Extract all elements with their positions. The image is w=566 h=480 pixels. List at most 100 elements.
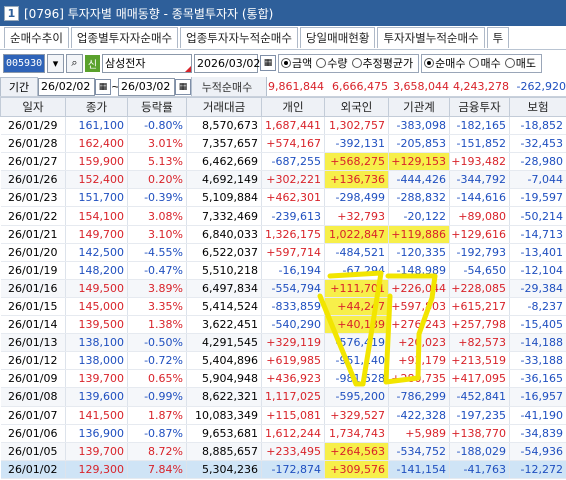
unit-quantity-radio[interactable]: 수량: [316, 55, 348, 71]
cell-foreign: -484,521: [324, 243, 389, 262]
code-dropdown-button[interactable]: ▾: [47, 53, 64, 73]
table-row[interactable]: 26/01/09 139,700 0.65% 5,904,948 +436,923 -98…: [0, 369, 566, 389]
column-header[interactable]: 기관계: [388, 97, 450, 117]
tab-sector-investor-net-buy[interactable]: 업종별투자자순매수: [70, 27, 179, 48]
period-to-input[interactable]: 26/03/02: [118, 77, 175, 96]
table-row[interactable]: 26/01/07 141,500 1.87% 10,083,349 +115,081 +3…: [0, 406, 566, 425]
table-row[interactable]: 26/01/22 154,100 3.08% 7,332,469 -239,613 +32…: [0, 206, 566, 226]
cell-trade-value: 7,332,469: [186, 206, 262, 226]
tab-sector-investor-cumulative[interactable]: 업종투자자누적순매수: [180, 27, 298, 48]
column-header[interactable]: 등락률: [127, 97, 187, 117]
cell-date: 26/01/07: [0, 406, 66, 425]
cell-trade-value: 8,885,657: [186, 442, 262, 461]
cell-financial-investment: +138,770: [449, 424, 510, 443]
tab-net-buy-trend[interactable]: 순매수추이: [4, 27, 69, 48]
cell-financial-investment: -188,029: [449, 442, 510, 461]
table-row[interactable]: 26/01/23 151,700 -0.39% 5,109,884 +462,301 -2…: [0, 188, 566, 208]
cell-individual: -16,194: [261, 261, 325, 280]
column-header[interactable]: 보험: [509, 97, 566, 117]
cell-date: 26/01/19: [0, 261, 66, 280]
cell-change-rate: -0.47%: [127, 261, 187, 280]
column-header[interactable]: 거래대금: [186, 97, 262, 117]
cell-trade-value: 6,462,669: [186, 152, 262, 172]
tab-daily-trading-status[interactable]: 당일매매현황: [299, 27, 376, 48]
cell-close: 142,500: [65, 243, 128, 262]
unit-amount-radio[interactable]: 금액: [281, 55, 312, 71]
column-header[interactable]: 외국인: [324, 97, 389, 117]
table-row[interactable]: 26/01/27 159,900 5.13% 6,462,669 -687,255 +56…: [0, 152, 566, 172]
period-from-input[interactable]: 26/02/02: [38, 77, 95, 96]
cell-change-rate: 0.20%: [127, 170, 187, 190]
table-row[interactable]: 26/01/15 145,000 3.35% 5,414,524 -833,859 +44…: [0, 297, 566, 317]
cell-close: 139,700: [65, 442, 128, 461]
table-row[interactable]: 26/01/20 142,500 -4.55% 6,522,037 +597,714 -4…: [0, 243, 566, 262]
cell-change-rate: 3.08%: [127, 206, 187, 226]
table-row[interactable]: 26/01/08 139,600 -0.99% 8,622,321 1,117,025-…: [0, 387, 566, 407]
query-date-input[interactable]: 2026/03/02: [194, 53, 260, 73]
table-row[interactable]: 26/01/05 139,700 8.72% 8,885,657 +233,495 +26…: [0, 442, 566, 461]
cell-individual: -687,255: [261, 152, 325, 172]
cell-institution: -534,752: [388, 442, 450, 461]
cell-individual: -540,290: [261, 315, 325, 335]
cell-change-rate: -0.72%: [127, 351, 187, 371]
cell-individual: +233,495: [261, 442, 325, 461]
table-row[interactable]: 26/01/21 149,700 3.10% 6,840,033 1,326,175 1,…: [0, 225, 566, 244]
cell-insurance: -12,104: [509, 261, 566, 280]
table-row[interactable]: 26/01/02 129,300 7.84% 5,304,236 -172,874 +30…: [0, 460, 566, 479]
side-sell-radio[interactable]: 매도: [504, 55, 536, 71]
cell-insurance: -18,852: [509, 116, 566, 136]
calendar-icon[interactable]: ▦: [175, 78, 191, 95]
cell-individual: +462,301: [261, 188, 325, 208]
cell-institution: +119,886: [388, 225, 450, 244]
cell-insurance: -16,957: [509, 387, 566, 407]
unit-radio-group: 금액 수량 추정평균가: [278, 53, 420, 73]
sum-individual: 9,861,844: [268, 80, 324, 93]
side-radio-group: 순매수 매수 매도: [421, 53, 542, 73]
column-header[interactable]: 금융투자: [449, 97, 510, 117]
sum-foreign: 6,666,475: [332, 80, 388, 93]
cell-individual: +436,923: [261, 369, 325, 389]
cell-close: 148,200: [65, 261, 128, 280]
table-row[interactable]: 26/01/29 161,100 -0.80% 8,570,673 1,687,441 1…: [0, 116, 566, 136]
cell-date: 26/01/12: [0, 351, 66, 371]
cell-individual: +597,714: [261, 243, 325, 262]
cell-change-rate: 0.65%: [127, 369, 187, 389]
table-row[interactable]: 26/01/19 148,200 -0.47% 5,510,218 -16,194 -67…: [0, 261, 566, 280]
calendar-icon[interactable]: ▦: [260, 55, 276, 71]
cell-individual: 1,326,175: [261, 225, 325, 244]
cell-close: 145,000: [65, 297, 128, 317]
table-row[interactable]: 26/01/28 162,400 3.01% 7,357,657 +574,167 -39…: [0, 134, 566, 154]
column-header[interactable]: 종가: [65, 97, 128, 117]
stock-code-input[interactable]: 005930: [3, 53, 45, 73]
table-row[interactable]: 26/01/12 138,000 -0.72% 5,404,896 +619,985 -9…: [0, 351, 566, 371]
stock-search-button[interactable]: ⌕: [66, 53, 83, 73]
table-row[interactable]: 26/01/26 152,400 0.20% 4,692,149 +302,221 +13…: [0, 170, 566, 190]
tab-investor-cumulative-net-buy[interactable]: 투자자별누적순매수: [377, 27, 485, 48]
cell-financial-investment: +213,519: [449, 351, 510, 371]
unit-avgprice-radio[interactable]: 추정평균가: [351, 55, 413, 71]
cell-close: 138,000: [65, 351, 128, 371]
column-header[interactable]: 일자: [0, 97, 66, 117]
tab-overflow[interactable]: 투: [486, 27, 510, 48]
query-toolbar: 005930 ▾ ⌕ 신 삼성전자 2026/03/02 ▦ 금액 수량 추정평…: [0, 51, 566, 75]
table-row[interactable]: 26/01/13 138,100 -0.50% 4,291,545 +329,119 -5…: [0, 333, 566, 353]
cell-trade-value: 8,570,673: [186, 116, 262, 136]
table-row[interactable]: 26/01/14 139,500 1.38% 3,622,451 -540,290 +40…: [0, 315, 566, 335]
table-row[interactable]: 26/01/06 136,900 -0.87% 9,653,681 1,612,244 1…: [0, 424, 566, 443]
calendar-icon[interactable]: ▦: [95, 78, 111, 95]
table-row[interactable]: 26/01/16 149,500 3.89% 6,497,834 -554,794 +11…: [0, 279, 566, 298]
cell-trade-value: 4,692,149: [186, 170, 262, 190]
cell-insurance: -15,405: [509, 315, 566, 335]
side-net-buy-radio[interactable]: 순매수: [424, 55, 465, 71]
cell-change-rate: 3.89%: [127, 279, 187, 298]
cell-foreign: -576,419: [324, 333, 389, 353]
cell-change-rate: -0.80%: [127, 116, 187, 136]
column-header[interactable]: 개인: [261, 97, 325, 117]
period-separator: ~: [111, 80, 121, 93]
cell-institution: +226,044: [388, 279, 450, 298]
side-buy-radio[interactable]: 매수: [469, 55, 501, 71]
cell-individual: +115,081: [261, 406, 325, 425]
cell-individual: 1,687,441: [261, 116, 325, 136]
cell-institution: +129,153: [388, 152, 450, 172]
cumulative-net-buy-label: 누적순매수: [191, 77, 267, 96]
